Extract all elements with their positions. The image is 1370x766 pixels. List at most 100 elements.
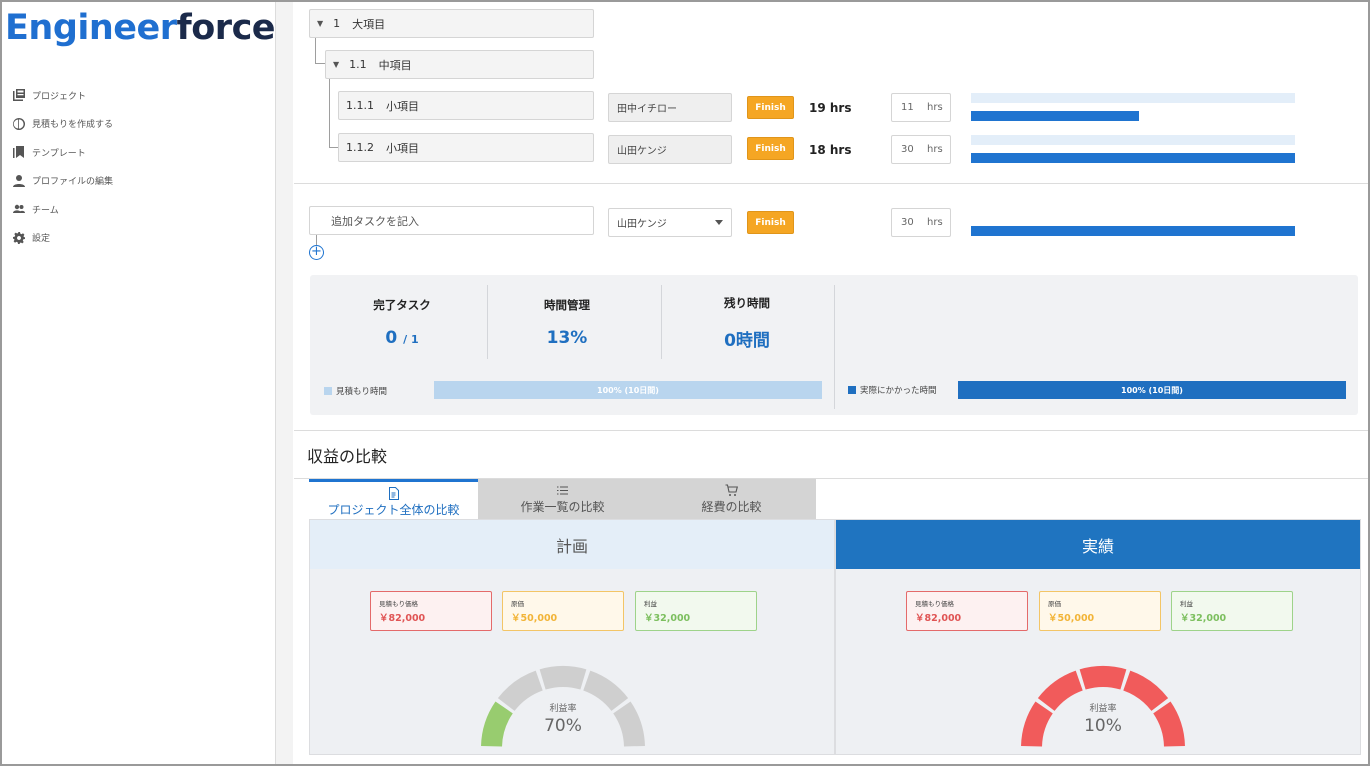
add-task-icon[interactable]: + <box>309 245 324 260</box>
estimate-hours-input[interactable]: 30 hrs <box>891 135 951 164</box>
tab-label: 作業一覧の比較 <box>520 500 605 514</box>
list-icon <box>556 484 569 497</box>
legend-swatch-estimate <box>324 387 332 395</box>
sidebar-item-estimate[interactable]: 見積もりを作成する <box>12 110 113 139</box>
stat-time: 時間管理 13% <box>480 285 654 348</box>
stat-completed: 完了タスク 0 / 1 <box>315 285 489 348</box>
estimate-hours-value: 11 <box>901 102 914 113</box>
tab-project-overall[interactable]: プロジェクト全体の比較 <box>309 479 478 519</box>
sidebar-item-profile[interactable]: プロファイルの編集 <box>12 167 113 196</box>
stat-label: 時間管理 <box>544 298 590 312</box>
assignee-field[interactable]: 田中イチロー <box>608 93 732 122</box>
sidebar-item-projects[interactable]: プロジェクト <box>12 81 113 110</box>
plan-panel: 計画 見積もり価格 ￥82,000 原価 ￥50,000 利益 ￥32,000 … <box>309 519 835 755</box>
sidebar-item-label: テンプレート <box>32 148 86 159</box>
finish-button[interactable]: Finish <box>747 96 794 119</box>
sidebar-item-team[interactable]: チーム <box>12 195 113 224</box>
task-row-title[interactable]: 1.1.1 小項目 <box>338 91 594 120</box>
app-logo[interactable]: Engineerforce <box>5 8 276 48</box>
task-number: 1.1.2 <box>346 141 374 154</box>
dropdown-caret-icon <box>715 220 723 225</box>
sidebar-item-label: 設定 <box>32 234 51 245</box>
tree-connector <box>315 38 325 64</box>
actual-panel: 実績 見積もり価格 ￥82,000 原価 ￥50,000 利益 ￥32,000 … <box>835 519 1361 755</box>
sidebar-item-settings[interactable]: 設定 <box>12 224 113 253</box>
caret-down-icon[interactable]: ▼ <box>333 60 339 69</box>
sidebar-item-template[interactable]: テンプレート <box>12 138 113 167</box>
task-number: 1.1.1 <box>346 99 374 112</box>
estimate-hours-input[interactable]: 11 hrs <box>891 93 951 122</box>
estimate-hours-input[interactable]: 30 hrs <box>891 208 951 237</box>
divider <box>294 183 1368 184</box>
sidebar-item-label: プロファイルの編集 <box>32 177 114 188</box>
stat-label: 完了タスク <box>373 298 431 312</box>
stat-label: 残り時間 <box>724 296 770 310</box>
gauge-label: 利益率 <box>549 704 577 714</box>
tree-level2-number: 1.1 <box>349 58 367 71</box>
sidebar: Engineerforce プロジェクト 見積もりを作成する テンプレート プロ… <box>2 2 293 764</box>
cost-chip: 原価 ￥50,000 <box>502 591 624 631</box>
template-icon <box>12 145 26 159</box>
sidebar-item-label: プロジェクト <box>32 91 87 102</box>
stat-value: 0時間 <box>724 331 770 351</box>
progress-bar <box>971 153 1295 163</box>
tree-level1-number: 1 <box>333 17 341 30</box>
estimate-price-chip: 見積もり価格 ￥82,000 <box>906 591 1028 631</box>
progress-bar <box>971 226 1295 236</box>
actual-time-bar: 100% (10日間) <box>958 381 1346 399</box>
actual-title: 実績 <box>836 520 1360 569</box>
tree-level1-row[interactable]: ▼ 1 大項目 <box>309 9 594 38</box>
gauge-segment <box>539 666 587 690</box>
task-title: 小項目 <box>386 141 419 155</box>
cart-icon <box>725 484 739 497</box>
stats-panel: 完了タスク 0 / 1 時間管理 13% 残り時間 0時間 見積もり時間 100… <box>310 275 1358 415</box>
sidebar-gutter <box>275 2 293 764</box>
main-content: ▼ 1 大項目 ▼ 1.1 中項目 1.1.1 小項目 田中イチロー Finis… <box>294 2 1368 764</box>
estimate-time-bar: 100% (10日間) <box>434 381 822 399</box>
task-row-title[interactable]: 1.1.2 小項目 <box>338 133 594 162</box>
assignee-field[interactable]: 山田ケンジ <box>608 135 732 164</box>
hours-unit: hrs <box>927 102 943 113</box>
section-title: 収益の比較 <box>307 447 388 466</box>
hours-unit: hrs <box>927 217 943 228</box>
sidebar-item-label: 見積もりを作成する <box>32 120 114 131</box>
estimate-bar-track <box>971 93 1295 103</box>
tab-expenses[interactable]: 経費の比較 <box>647 479 816 519</box>
task-title: 小項目 <box>386 99 419 113</box>
plan-title: 計画 <box>310 520 834 569</box>
tree-connector <box>329 79 338 106</box>
caret-down-icon[interactable]: ▼ <box>317 19 323 28</box>
person-icon <box>12 174 26 188</box>
projects-icon <box>12 88 26 102</box>
actual-hours: 19 hrs <box>809 101 852 115</box>
actual-hours: 18 hrs <box>809 143 852 157</box>
assignee-select[interactable]: 山田ケンジ <box>608 208 732 237</box>
new-task-input[interactable]: 追加タスクを記入 <box>309 206 594 235</box>
hours-unit: hrs <box>927 144 943 155</box>
team-icon <box>12 202 26 216</box>
profit-chip: 利益 ￥32,000 <box>635 591 757 631</box>
tab-label: プロジェクト全体の比較 <box>327 503 460 517</box>
finish-button[interactable]: Finish <box>747 211 794 234</box>
document-icon <box>387 487 400 500</box>
estimate-price-chip: 見積もり価格 ￥82,000 <box>370 591 492 631</box>
estimate-bar-track <box>971 135 1295 145</box>
finish-button[interactable]: Finish <box>747 137 794 160</box>
gauge-value: 70% <box>544 716 582 736</box>
legend-swatch-actual <box>848 386 856 394</box>
assignee-selected: 山田ケンジ <box>617 219 667 230</box>
estimate-hours-value: 30 <box>901 217 914 228</box>
tab-label: 経費の比較 <box>701 500 762 514</box>
gauge-segment <box>1079 666 1127 690</box>
tree-level2-title: 中項目 <box>378 58 412 72</box>
profit-rate-gauge: 利益率 10% <box>1003 653 1203 753</box>
gauge-label: 利益率 <box>1089 704 1117 714</box>
profit-rate-gauge: 利益率 70% <box>463 653 663 753</box>
legend-label-actual: 実際にかかった時間 <box>860 386 937 396</box>
sidebar-item-label: チーム <box>32 205 59 216</box>
estimate-icon <box>12 117 26 131</box>
tab-task-list[interactable]: 作業一覧の比較 <box>478 479 647 519</box>
stat-value: 0 / 1 <box>385 328 419 348</box>
tree-level2-row[interactable]: ▼ 1.1 中項目 <box>325 50 594 79</box>
stat-value: 13% <box>546 328 588 348</box>
